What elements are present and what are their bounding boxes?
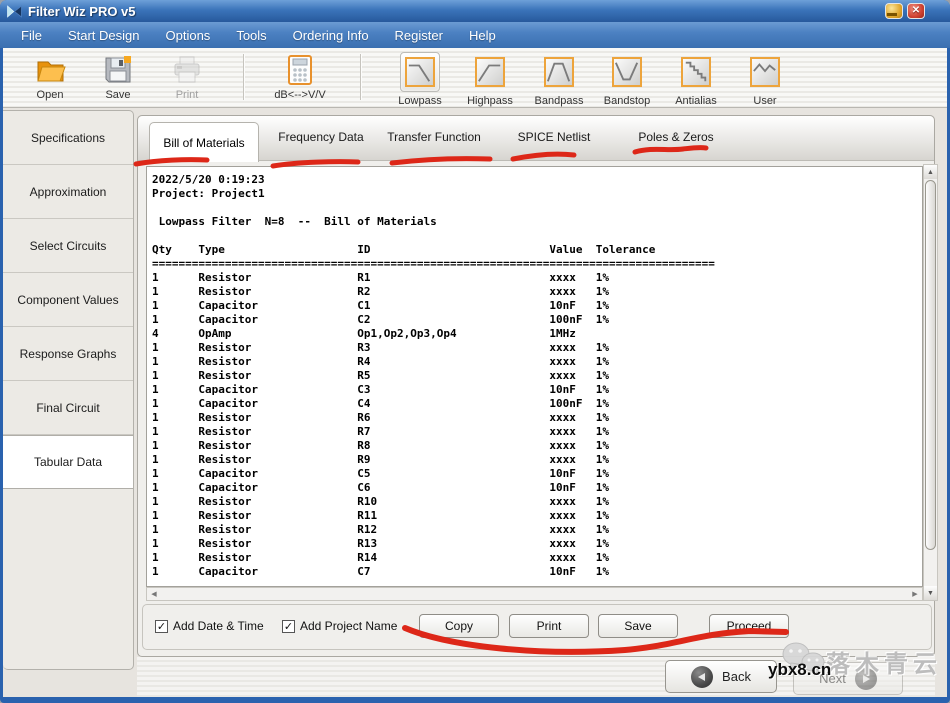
next-arrow-icon: [855, 668, 877, 690]
tabstrip: Bill of Materials Frequency Data Transfer…: [138, 116, 934, 161]
open-folder-icon: [34, 54, 66, 86]
sidebar-item-component-values[interactable]: Component Values: [3, 273, 133, 327]
tab-frequency-data[interactable]: Frequency Data: [278, 130, 363, 144]
scroll-right-arrow[interactable]: ▶: [908, 588, 922, 600]
bill-of-materials-view[interactable]: 2022/5/20 0:19:23 Project: Project1 Lowp…: [146, 166, 923, 587]
sidebar-item-specifications[interactable]: Specifications: [3, 111, 133, 165]
print-output-button[interactable]: Print: [509, 614, 589, 638]
minimize-button[interactable]: ▬: [885, 3, 903, 19]
scroll-left-arrow[interactable]: ◀: [147, 588, 161, 600]
copy-button[interactable]: Copy: [419, 614, 499, 638]
content-area: SpecificationsApproximationSelect Circui…: [3, 108, 947, 697]
bandpass-curve-icon: [544, 57, 574, 87]
menu-item-help[interactable]: Help: [456, 24, 509, 47]
sidebar-item-select-circuits[interactable]: Select Circuits: [3, 219, 133, 273]
output-options-box: ✓ Add Date & Time ✓ Add Project Name Cop…: [142, 604, 932, 650]
lowpass-curve-icon: [405, 57, 435, 87]
proceed-button[interactable]: Proceed: [709, 614, 789, 638]
menu-item-options[interactable]: Options: [153, 24, 224, 47]
scroll-up-arrow[interactable]: ▲: [924, 165, 937, 179]
antialias-curve-icon: [681, 57, 711, 87]
window-title: Filter Wiz PRO v5: [28, 4, 136, 19]
back-arrow-icon: [691, 666, 713, 688]
vertical-scroll-thumb[interactable]: [925, 180, 936, 550]
sidebar-item-final-circuit[interactable]: Final Circuit: [3, 381, 133, 435]
toolbar-separator: [360, 54, 361, 100]
footer-nav: Back Next: [137, 657, 935, 697]
close-button[interactable]: ✕: [907, 3, 925, 19]
sidebar-filler: [3, 489, 133, 669]
menu-item-register[interactable]: Register: [382, 24, 456, 47]
lowpass-filter-button[interactable]: Lowpass: [388, 52, 452, 107]
menu-item-start-design[interactable]: Start Design: [55, 24, 153, 47]
tab-poles-zeros[interactable]: Poles & Zeros: [638, 130, 713, 144]
add-project-name-checkbox[interactable]: ✓: [282, 620, 295, 633]
menu-item-tools[interactable]: Tools: [223, 24, 279, 47]
next-button[interactable]: Next: [793, 662, 903, 695]
scroll-down-arrow[interactable]: ▼: [924, 586, 937, 600]
calculator-icon: [285, 54, 315, 86]
menu-item-ordering-info[interactable]: Ordering Info: [280, 24, 382, 47]
highpass-curve-icon: [475, 57, 505, 87]
tab-transfer-function[interactable]: Transfer Function: [387, 130, 481, 144]
sidebar-item-response-graphs[interactable]: Response Graphs: [3, 327, 133, 381]
open-button[interactable]: Open: [18, 52, 82, 101]
save-floppy-icon: [102, 54, 134, 86]
user-curve-icon: [750, 57, 780, 87]
bandstop-curve-icon: [612, 57, 642, 87]
back-button[interactable]: Back: [665, 660, 777, 693]
antialias-filter-button[interactable]: Antialias: [664, 52, 728, 107]
bandstop-filter-button[interactable]: Bandstop: [595, 52, 659, 107]
app-window: Filter Wiz PRO v5 ▬ ✕ FileStart DesignOp…: [0, 0, 950, 703]
tab-spice-netlist[interactable]: SPICE Netlist: [518, 130, 591, 144]
tabular-data-panel: Bill of Materials Frequency Data Transfer…: [137, 115, 935, 657]
add-project-name-option[interactable]: ✓ Add Project Name: [282, 619, 397, 633]
print-button: Print: [155, 52, 219, 101]
save-output-button[interactable]: Save: [598, 614, 678, 638]
db-vv-converter-button[interactable]: dB<-->V/V: [261, 52, 339, 101]
app-icon: [6, 4, 23, 19]
tab-bill-of-materials[interactable]: Bill of Materials: [149, 122, 259, 162]
printer-icon: [171, 54, 203, 86]
menu-item-file[interactable]: File: [8, 24, 55, 47]
save-button[interactable]: Save: [86, 52, 150, 101]
vertical-scrollbar[interactable]: ▲ ▼: [923, 164, 938, 601]
add-date-time-checkbox[interactable]: ✓: [155, 620, 168, 633]
menubar: FileStart DesignOptionsToolsOrdering Inf…: [0, 22, 950, 48]
titlebar: Filter Wiz PRO v5 ▬ ✕: [0, 0, 950, 22]
bom-text: 2022/5/20 0:19:23 Project: Project1 Lowp…: [147, 167, 922, 579]
sidebar-item-approximation[interactable]: Approximation: [3, 165, 133, 219]
bandpass-filter-button[interactable]: Bandpass: [527, 52, 591, 107]
sidebar-item-tabular-data[interactable]: Tabular Data: [3, 435, 133, 489]
add-date-time-option[interactable]: ✓ Add Date & Time: [155, 619, 264, 633]
sidebar-nav: SpecificationsApproximationSelect Circui…: [3, 110, 134, 670]
highpass-filter-button[interactable]: Highpass: [458, 52, 522, 107]
horizontal-scrollbar[interactable]: ◀ ▶: [146, 587, 923, 601]
user-filter-button[interactable]: User: [733, 52, 797, 107]
toolbar-separator: [243, 54, 244, 100]
toolbar: Open Save Print: [3, 48, 947, 108]
